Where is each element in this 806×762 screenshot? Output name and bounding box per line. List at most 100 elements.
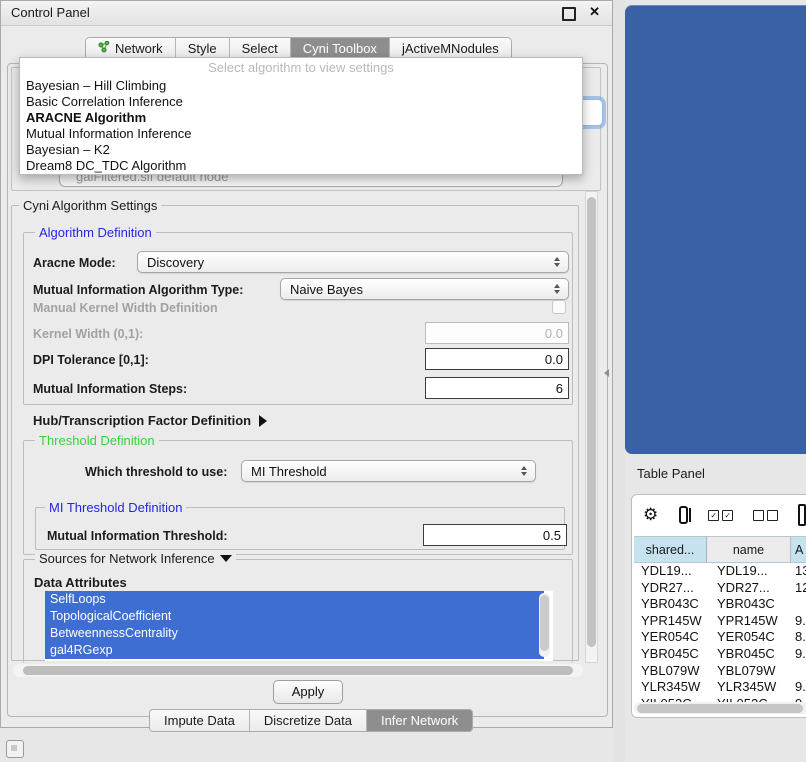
hub-definition-label: Hub/Transcription Factor Definition [33, 413, 251, 428]
mi-steps-label: Mutual Information Steps: [33, 382, 187, 396]
sources-toggle[interactable]: Sources for Network Inference [35, 552, 236, 566]
table-cell: YPR145W [634, 613, 707, 630]
algorithm-dropdown-list: Select algorithm to view settings Bayesi… [19, 57, 583, 175]
algorithm-dropdown-items: Bayesian – Hill ClimbingBasic Correlatio… [20, 78, 582, 174]
apply-button[interactable]: Apply [273, 680, 343, 704]
aracne-mode-combobox[interactable]: Discovery [137, 251, 569, 273]
table-panel-title: Table Panel [637, 466, 705, 481]
table-row[interactable]: YPR145WYPR145W9. [634, 613, 806, 630]
algorithm-definition-title: Algorithm Definition [35, 226, 156, 240]
table-cell: YBR043C [634, 596, 707, 613]
mi-algorithm-type-combobox[interactable]: Naive Bayes [280, 278, 569, 300]
algorithm-option[interactable]: Mutual Information Inference [20, 126, 582, 142]
combo-arrows-icon [554, 257, 560, 267]
table-cell: YDL19... [707, 563, 791, 580]
table-cell: 8. [791, 629, 806, 646]
table-row[interactable]: YBR045CYBR045C9. [634, 646, 806, 663]
table-toolbar: ⚙ ✓✓ [631, 498, 806, 532]
data-attribute-item[interactable]: BetweennessCentrality [45, 625, 544, 642]
settings-horizontal-scrollbar[interactable] [13, 664, 583, 677]
table-row[interactable]: YBL079WYBL079W [634, 663, 806, 680]
which-threshold-value: MI Threshold [251, 464, 327, 479]
table-cell: YER054C [634, 629, 707, 646]
data-attribute-item[interactable]: TopologicalCoefficient [45, 608, 544, 625]
panel-divider[interactable] [613, 0, 625, 762]
table-cell: 9. [791, 613, 806, 630]
algorithm-option[interactable]: Dream8 DC_TDC Algorithm [20, 158, 582, 174]
which-threshold-label: Which threshold to use: [85, 465, 227, 479]
gear-icon[interactable]: ⚙ [643, 507, 658, 524]
which-threshold-combobox[interactable]: MI Threshold [241, 460, 536, 482]
table-cell: YPR145W [707, 613, 791, 630]
algorithm-option[interactable]: Bayesian – K2 [20, 142, 582, 158]
mi-threshold-field[interactable] [423, 524, 567, 546]
table-row[interactable]: YER054CYER054C8. [634, 629, 806, 646]
table-cell: 13 [791, 563, 806, 580]
split-view-icon[interactable] [679, 506, 688, 524]
data-attributes-list: SelfLoopsTopologicalCoefficientBetweenne… [45, 591, 553, 661]
unchecked-columns-icon[interactable] [753, 510, 778, 521]
chevron-down-icon [220, 555, 232, 562]
table-cell [791, 663, 806, 680]
settings-vertical-scrollbar[interactable] [585, 191, 598, 663]
desktop: Control Panel ✕ Network Style Select Cyn… [0, 0, 806, 762]
table-horizontal-scrollbar[interactable] [634, 702, 806, 714]
table-cell: YBR043C [707, 596, 791, 613]
tab-infer-network[interactable]: Infer Network [367, 710, 472, 731]
kernel-width-field[interactable] [425, 322, 569, 344]
table-cell: YDL19... [634, 563, 707, 580]
table-row[interactable]: YLR345WYLR345W9. [634, 679, 806, 696]
network-view-frame: GALGAL80GAL10GAL1GAL11SWI4GAL4GCY1HAP4YH… [625, 5, 806, 454]
aracne-mode-label: Aracne Mode: [33, 256, 116, 270]
table-cell: YDR27... [707, 580, 791, 597]
table-cell: 12 [791, 580, 806, 597]
sources-title: Sources for Network Inference [39, 551, 215, 566]
table-header-row: shared... name A [634, 536, 806, 563]
mi-algorithm-type-label: Mutual Information Algorithm Type: [33, 283, 243, 297]
mi-threshold-label: Mutual Information Threshold: [47, 529, 228, 543]
table-row[interactable]: YBR043CYBR043C [634, 596, 806, 613]
hub-definition-toggle[interactable]: Hub/Transcription Factor Definition [33, 413, 267, 428]
table-cell: YBR045C [707, 646, 791, 663]
data-attribute-item[interactable]: gal4RGexp [45, 642, 544, 659]
kernel-width-label: Kernel Width (0,1): [33, 327, 143, 341]
list-scrollbar[interactable] [539, 593, 550, 657]
manual-kernel-width-label: Manual Kernel Width Definition [33, 301, 218, 315]
table-cell: 9. [791, 679, 806, 696]
cyni-algorithm-settings-title: Cyni Algorithm Settings [19, 199, 161, 213]
control-panel-title: Control Panel [11, 5, 90, 20]
algorithm-option[interactable]: Bayesian – Hill Climbing [20, 78, 582, 94]
table-cell [791, 596, 806, 613]
mi-steps-field[interactable] [425, 377, 569, 399]
restore-panel-button[interactable] [6, 740, 24, 758]
table-cell: YBL079W [707, 663, 791, 680]
column-header-clipped[interactable]: A [791, 536, 806, 563]
float-window-icon[interactable] [562, 7, 576, 21]
table-cell: YLR345W [634, 679, 707, 696]
dpi-tolerance-field[interactable] [425, 348, 569, 370]
tab-discretize-data[interactable]: Discretize Data [250, 710, 367, 731]
algorithm-dropdown-placeholder: Select algorithm to view settings [20, 58, 582, 78]
manual-kernel-width-checkbox[interactable] [552, 300, 566, 314]
cyni-bottom-tabbar: Impute Data Discretize Data Infer Networ… [149, 709, 473, 732]
table-cell: 9. [791, 646, 806, 663]
threshold-definition-title: Threshold Definition [35, 434, 159, 448]
tab-impute-data[interactable]: Impute Data [150, 710, 250, 731]
close-panel-icon[interactable]: ✕ [589, 4, 600, 20]
algorithm-option[interactable]: Basic Correlation Inference [20, 94, 582, 110]
table-cell: YER054C [707, 629, 791, 646]
column-header-shared[interactable]: shared... [634, 536, 707, 563]
data-attribute-item[interactable]: SelfLoops [45, 591, 544, 608]
table-cell: YDR27... [634, 580, 707, 597]
data-attributes-label: Data Attributes [34, 575, 127, 590]
table-row[interactable]: YDL19...YDL19...13 [634, 563, 806, 580]
mi-algorithm-type-value: Naive Bayes [290, 282, 363, 297]
table-row[interactable]: YDR27...YDR27...12 [634, 580, 806, 597]
document-icon[interactable] [798, 504, 806, 526]
column-header-name[interactable]: name [707, 536, 791, 563]
algorithm-option[interactable]: ARACNE Algorithm [20, 110, 582, 126]
checked-columns-icon[interactable]: ✓✓ [708, 510, 733, 521]
mi-threshold-definition-title: MI Threshold Definition [45, 501, 186, 515]
dpi-tolerance-label: DPI Tolerance [0,1]: [33, 353, 149, 367]
chevron-right-icon [259, 415, 267, 427]
